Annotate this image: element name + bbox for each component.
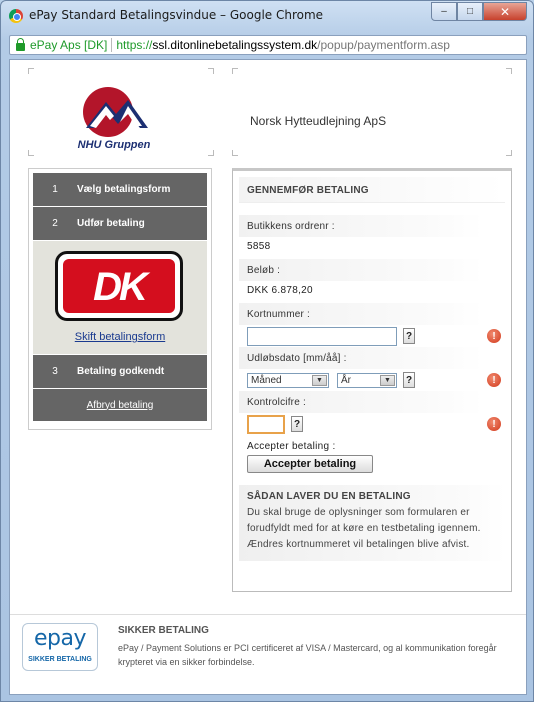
- card-number-label: Kortnummer :: [239, 303, 483, 325]
- order-number-label: Butikkens ordrenr :: [239, 215, 483, 237]
- expiry-help-icon[interactable]: ?: [403, 372, 415, 388]
- page-content: NHU Gruppen Norsk Hytteudlejning ApS 1 V…: [9, 59, 527, 695]
- howto-box: SÅDAN LAVER DU EN BETALING Du skal bruge…: [239, 485, 505, 561]
- step-number: 3: [52, 366, 58, 377]
- payment-form: Butikkens ordrenr : 5858 Beløb : DKK 6.8…: [239, 203, 505, 561]
- step-perform-payment: 2 Udfør betaling: [33, 207, 207, 241]
- step-payment-approved: 3 Betaling godkendt: [33, 355, 207, 389]
- expiry-month-select[interactable]: Måned ▼: [247, 372, 329, 388]
- expiry-year-value: År: [341, 374, 351, 386]
- expiry-warning-icon: !: [487, 373, 501, 387]
- url-host: ssl.ditonlinebetalingssystem.dk: [152, 38, 318, 52]
- footer: epay SIKKER BETALING SIKKER BETALING ePa…: [10, 614, 526, 694]
- change-payment-method-link[interactable]: Skift betalingsform: [33, 331, 207, 343]
- close-button[interactable]: ✕: [483, 2, 527, 21]
- site-identity[interactable]: ePay Aps [DK]: [30, 38, 107, 52]
- epay-logo: epay SIKKER BETALING: [22, 623, 98, 671]
- chrome-icon: [9, 9, 23, 23]
- dankort-logo-text: DK: [93, 265, 148, 309]
- card-number-row: ? !: [239, 325, 505, 347]
- minimize-button[interactable]: –: [431, 2, 457, 21]
- cvc-warning-icon: !: [487, 417, 501, 431]
- step-label: Udfør betaling: [77, 218, 145, 229]
- epay-logo-subtitle: SIKKER BETALING: [28, 656, 92, 663]
- expiry-row: Måned ▼ År ▼ ? !: [239, 369, 505, 391]
- address-bar[interactable]: ePay Aps [DK] https:// ssl.ditonlinebeta…: [9, 35, 527, 55]
- footer-text: ePay / Payment Solutions er PCI certific…: [118, 643, 497, 667]
- card-number-warning-icon: !: [487, 329, 501, 343]
- accept-payment-button[interactable]: Accepter betaling: [247, 455, 373, 473]
- payment-form-panel: GENNEMFØR BETALING Butikkens ordrenr : 5…: [232, 168, 512, 592]
- expiry-label: Udløbsdato [mm/åå] :: [239, 347, 483, 369]
- title-bar: ePay Standard Betalingsvindue – Google C…: [1, 1, 533, 31]
- chevron-down-icon: ▼: [380, 374, 395, 386]
- footer-title: SIKKER BETALING: [118, 625, 209, 636]
- card-number-help-icon[interactable]: ?: [403, 328, 415, 344]
- accept-label: Accepter betaling :: [247, 441, 336, 452]
- dankort-logo: DK: [55, 251, 183, 321]
- window-title: ePay Standard Betalingsvindue – Google C…: [29, 8, 324, 22]
- nhu-logo-text: NHU Gruppen: [78, 139, 151, 151]
- chevron-down-icon: ▼: [312, 374, 327, 386]
- url-path: /popup/paymentform.asp: [317, 38, 450, 52]
- epay-logo-word: epay: [33, 626, 87, 651]
- howto-text: Du skal bruge de oplysninger som formula…: [247, 507, 481, 550]
- shop-name: Norsk Hytteudlejning ApS: [250, 114, 387, 128]
- cvc-label: Kontrolcifre :: [239, 391, 483, 413]
- howto-title: SÅDAN LAVER DU EN BETALING: [247, 491, 411, 502]
- browser-window: ePay Standard Betalingsvindue – Google C…: [0, 0, 534, 702]
- steps-panel: 1 Vælg betalingsform 2 Udfør betaling DK…: [28, 168, 212, 430]
- step-select-method: 1 Vælg betalingsform: [33, 173, 207, 207]
- card-number-input[interactable]: [247, 326, 397, 346]
- maximize-button[interactable]: □: [457, 2, 483, 21]
- lock-icon: [16, 37, 25, 51]
- merchant-info-box: Norsk Hytteudlejning ApS: [232, 68, 512, 156]
- step-number: 2: [52, 218, 58, 229]
- payment-method-area: DK Skift betalingsform: [33, 241, 207, 355]
- cancel-payment-link[interactable]: Afbryd betaling: [87, 400, 154, 411]
- window-controls: – □ ✕: [431, 2, 527, 21]
- amount-value: DKK 6.878,20: [247, 285, 313, 296]
- expiry-year-select[interactable]: År ▼: [337, 372, 397, 388]
- cvc-row: ? !: [239, 413, 505, 435]
- url-scheme: https://: [116, 38, 153, 52]
- form-heading: GENNEMFØR BETALING: [239, 177, 505, 203]
- cvc-help-icon[interactable]: ?: [291, 416, 303, 432]
- amount-label: Beløb :: [239, 259, 483, 281]
- order-number-value: 5858: [247, 241, 271, 252]
- expiry-month-value: Måned: [251, 374, 282, 386]
- merchant-logo-box: NHU Gruppen: [28, 68, 214, 156]
- cvc-input[interactable]: [247, 414, 285, 434]
- nhu-logo: NHU Gruppen: [78, 87, 151, 151]
- step-label: Vælg betalingsform: [77, 184, 171, 195]
- cancel-row: Afbryd betaling: [33, 389, 207, 421]
- step-label: Betaling godkendt: [77, 366, 165, 377]
- address-divider: [111, 38, 113, 52]
- step-number: 1: [52, 184, 58, 195]
